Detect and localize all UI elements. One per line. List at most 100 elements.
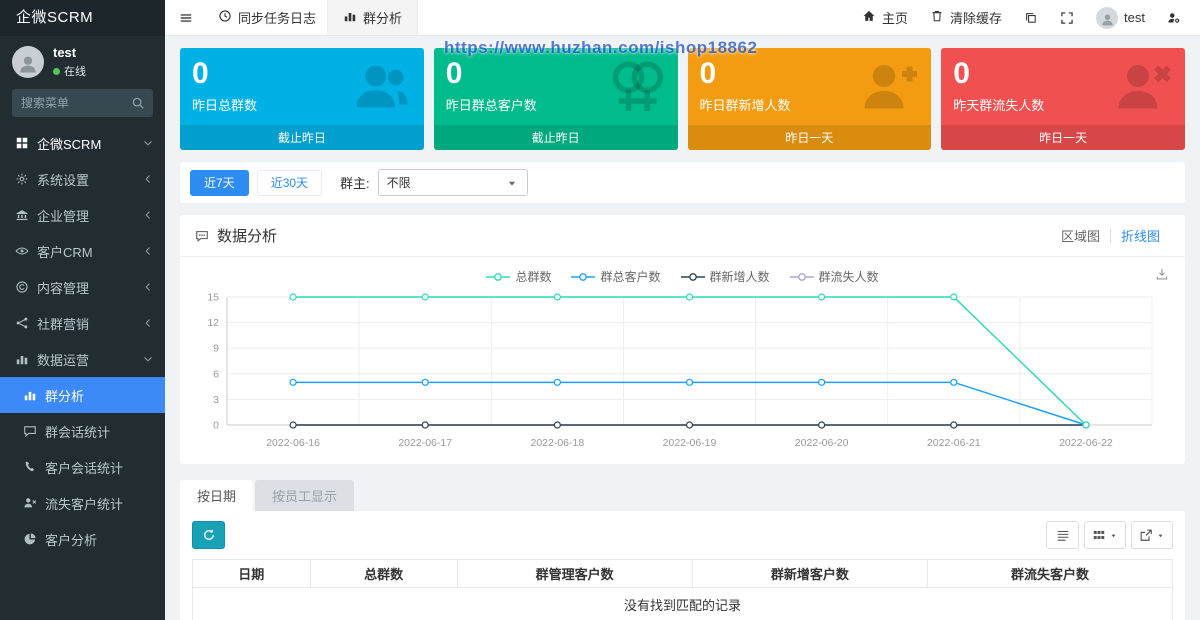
menu-search: [12, 89, 153, 117]
sidebar-item-6[interactable]: 数据运营: [0, 341, 165, 377]
pie-icon: [22, 532, 37, 546]
grid-icon: [14, 136, 29, 150]
sidebar-item-label: 客户CRM: [37, 244, 93, 260]
legend-item-0[interactable]: 总群数: [486, 268, 551, 285]
fullscreen-icon[interactable]: [1049, 0, 1085, 35]
area-chart-mode-button[interactable]: 区域图: [1051, 226, 1110, 245]
columns-button[interactable]: [1084, 521, 1126, 549]
tab-by-date[interactable]: 按日期: [180, 480, 254, 511]
column-header-4: 群流失客户数: [926, 559, 1174, 588]
owner-select-value: 不限: [386, 176, 411, 190]
search-icon[interactable]: [123, 89, 153, 117]
analysis-panel: 数据分析 区域图 折线图 总群数 群总客户数 群新增人数 群流失人数 0 3 6 9 12 15…: [180, 215, 1185, 464]
clear-cache-label: 清除缓存: [950, 11, 1003, 26]
window-restore-icon[interactable]: [1013, 0, 1049, 35]
sidebar-item-1[interactable]: 系统设置: [0, 161, 165, 197]
svg-text:0: 0: [213, 420, 219, 432]
sidebar-item-4[interactable]: 内容管理: [0, 269, 165, 305]
legend-marker-icon: [486, 272, 511, 281]
legend-item-3[interactable]: 群流失人数: [789, 268, 879, 285]
range-7d-button[interactable]: 近7天: [190, 169, 249, 196]
sidebar-item-label: 系统设置: [37, 172, 90, 188]
line-chart: 0 3 6 9 12 15 2022-06-16 2022-06-17 2022-06-18 20…: [180, 285, 1185, 464]
sidebar-item-label: 客户分析: [45, 532, 98, 548]
search-input[interactable]: [12, 89, 123, 117]
sidebar-item-10[interactable]: 流失客户统计: [0, 485, 165, 521]
legend-label: 群总客户数: [600, 270, 661, 284]
svg-text:12: 12: [207, 317, 219, 329]
range-30d-button[interactable]: 近30天: [256, 169, 323, 196]
filter-bar: 近7天 近30天 群主: 不限: [180, 162, 1185, 203]
analysis-panel-header: 数据分析 区域图 折线图: [180, 215, 1185, 257]
user-status: 在线: [53, 63, 86, 79]
table-header-row: 日期 总群数 群管理客户数 群新增客户数 群流失客户数: [192, 559, 1174, 588]
refresh-button[interactable]: [192, 521, 225, 549]
table-toolbar: [192, 521, 1173, 549]
sidebar-toggle-icon[interactable]: [165, 0, 207, 35]
chevron-left-icon: [141, 244, 155, 258]
home-link[interactable]: 主页: [851, 0, 919, 35]
sync-log-label: 同步任务日志: [238, 11, 317, 26]
admin-settings-icon[interactable]: [1156, 0, 1192, 35]
chevron-down-icon: [141, 136, 155, 150]
svg-text:2022-06-16: 2022-06-16: [266, 437, 320, 449]
clear-cache-link[interactable]: 清除缓存: [919, 0, 1013, 35]
legend-marker-icon: [680, 272, 705, 281]
comment-icon: [22, 424, 37, 438]
sidebar-item-2[interactable]: 企业管理: [0, 197, 165, 233]
tab-group-analysis[interactable]: 群分析: [327, 0, 419, 35]
svg-text:6: 6: [213, 368, 219, 380]
users-icon: [352, 56, 412, 119]
export-button[interactable]: [1131, 521, 1173, 549]
user-panel: test 在线: [0, 36, 165, 86]
table-empty-row: 没有找到匹配的记录: [192, 587, 1173, 620]
chart-mode-switch: 区域图 折线图: [1051, 226, 1170, 245]
column-header-2: 群管理客户数: [456, 559, 693, 588]
line-chart-mode-button[interactable]: 折线图: [1111, 226, 1170, 245]
gear-icon: [14, 172, 29, 186]
sidebar-item-0[interactable]: 企微SCRM: [0, 125, 165, 161]
bank-icon: [14, 208, 29, 222]
stat-card-1: 0 昨日群总客户数 截止昨日: [433, 48, 678, 150]
sidebar-item-9[interactable]: 客户会话统计: [0, 449, 165, 485]
venus-icon: [606, 56, 666, 119]
chart-legend: 总群数 群总客户数 群新增人数 群流失人数: [180, 257, 1185, 285]
trash-icon: [930, 9, 944, 26]
clock-icon: [218, 9, 232, 26]
chevron-left-icon: [141, 172, 155, 186]
stat-footer: 昨日一天: [687, 125, 932, 150]
sidebar-item-label: 群分析: [45, 388, 85, 404]
empty-message: 没有找到匹配的记录: [192, 587, 1173, 620]
sidebar-item-label: 客户会话统计: [45, 460, 124, 476]
profile-link[interactable]: test: [1085, 0, 1156, 35]
legend-item-2[interactable]: 群新增人数: [680, 268, 770, 285]
online-dot-icon: [53, 67, 60, 75]
sidebar-item-5[interactable]: 社群营销: [0, 305, 165, 341]
bar-chart-icon: [343, 9, 357, 26]
download-icon[interactable]: [1155, 267, 1169, 284]
svg-text:2022-06-18: 2022-06-18: [530, 437, 584, 449]
chevron-left-icon: [141, 280, 155, 294]
toggle-view-button[interactable]: [1046, 521, 1079, 549]
legend-item-1[interactable]: 群总客户数: [571, 268, 661, 285]
sidebar-item-8[interactable]: 群会话统计: [0, 413, 165, 449]
user-plus-icon: [859, 56, 919, 119]
sync-log-link[interactable]: 同步任务日志: [207, 0, 327, 35]
tab-by-staff[interactable]: 按员工显示: [255, 480, 355, 511]
chart-icon: [22, 388, 37, 402]
svg-text:15: 15: [207, 292, 219, 304]
stat-footer: 截止昨日: [433, 125, 678, 150]
top-navbar: 同步任务日志 群分析 主页 清除缓存 test: [165, 0, 1200, 36]
sidebar-item-11[interactable]: 客户分析: [0, 521, 165, 557]
owner-select[interactable]: 不限: [377, 169, 528, 196]
svg-text:2022-06-21: 2022-06-21: [927, 437, 981, 449]
comment-icon: [195, 229, 209, 243]
stat-card-0: 0 昨日总群数 截止昨日: [180, 48, 424, 150]
share-icon: [14, 316, 29, 330]
legend-marker-icon: [789, 272, 814, 281]
sidebar-item-7[interactable]: 群分析: [0, 377, 165, 413]
svg-text:2022-06-19: 2022-06-19: [663, 437, 717, 449]
chevron-left-icon: [141, 208, 155, 222]
sidebar-item-3[interactable]: 客户CRM: [0, 233, 165, 269]
content: 0 昨日总群数 截止昨日 0 昨日群总客户数 截止昨日 0 昨日群新增人数 昨日一天 0 昨天群流失…: [165, 36, 1200, 620]
